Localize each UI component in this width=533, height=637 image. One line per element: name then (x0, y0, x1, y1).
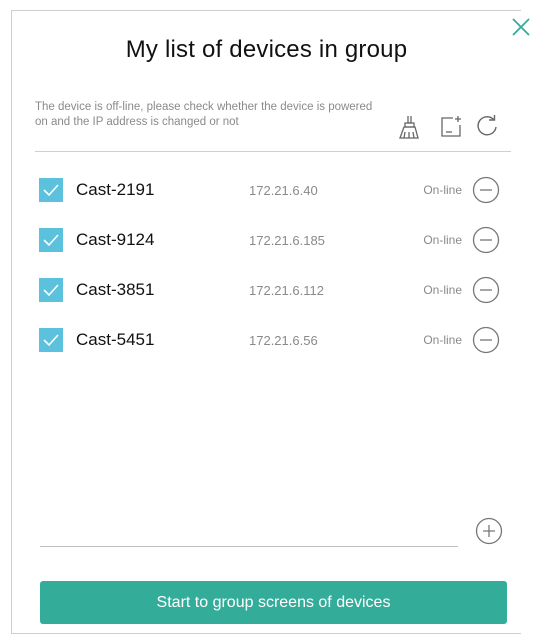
device-checkbox[interactable] (39, 178, 63, 202)
device-ip: 172.21.6.40 (249, 183, 318, 198)
device-checkbox[interactable] (39, 228, 63, 252)
device-checkbox[interactable] (39, 328, 63, 352)
minus-circle-icon[interactable] (472, 176, 500, 204)
device-row: Cast-9124 172.21.6.185 On-line (0, 220, 533, 260)
device-name: Cast-3851 (76, 280, 155, 299)
add-screen-icon[interactable] (438, 114, 464, 140)
refresh-icon[interactable] (474, 114, 500, 140)
device-status: On-line (423, 333, 462, 347)
device-name: Cast-9124 (76, 230, 155, 249)
device-ip: 172.21.6.56 (249, 333, 318, 348)
close-icon[interactable] (510, 16, 532, 38)
device-ip: 172.21.6.185 (249, 233, 325, 248)
minus-circle-icon[interactable] (472, 276, 500, 304)
device-status: On-line (423, 233, 462, 247)
checkmark-icon (43, 284, 59, 297)
footer-divider (40, 546, 458, 547)
checkmark-icon (43, 234, 59, 247)
offline-notice: The device is off-line, please check whe… (35, 101, 373, 128)
minus-circle-icon[interactable] (472, 326, 500, 354)
device-status: On-line (423, 283, 462, 297)
plus-circle-icon[interactable] (475, 517, 503, 545)
dialog-title: My list of devices in group (125, 36, 408, 63)
device-status: On-line (423, 183, 462, 197)
minus-circle-icon[interactable] (472, 226, 500, 254)
device-ip: 172.21.6.112 (249, 283, 324, 298)
device-checkbox[interactable] (39, 278, 63, 302)
header-divider (35, 151, 511, 152)
start-group-button[interactable]: Start to group screens of devices (40, 581, 507, 624)
device-name: Cast-2191 (76, 180, 155, 199)
device-row: Cast-5451 172.21.6.56 On-line (0, 320, 533, 360)
broom-icon[interactable] (396, 114, 422, 140)
device-row: Cast-2191 172.21.6.40 On-line (0, 170, 533, 210)
checkmark-icon (43, 334, 59, 347)
checkmark-icon (43, 184, 59, 197)
device-name: Cast-5451 (76, 330, 155, 349)
device-row: Cast-3851 172.21.6.112 On-line (0, 270, 533, 310)
